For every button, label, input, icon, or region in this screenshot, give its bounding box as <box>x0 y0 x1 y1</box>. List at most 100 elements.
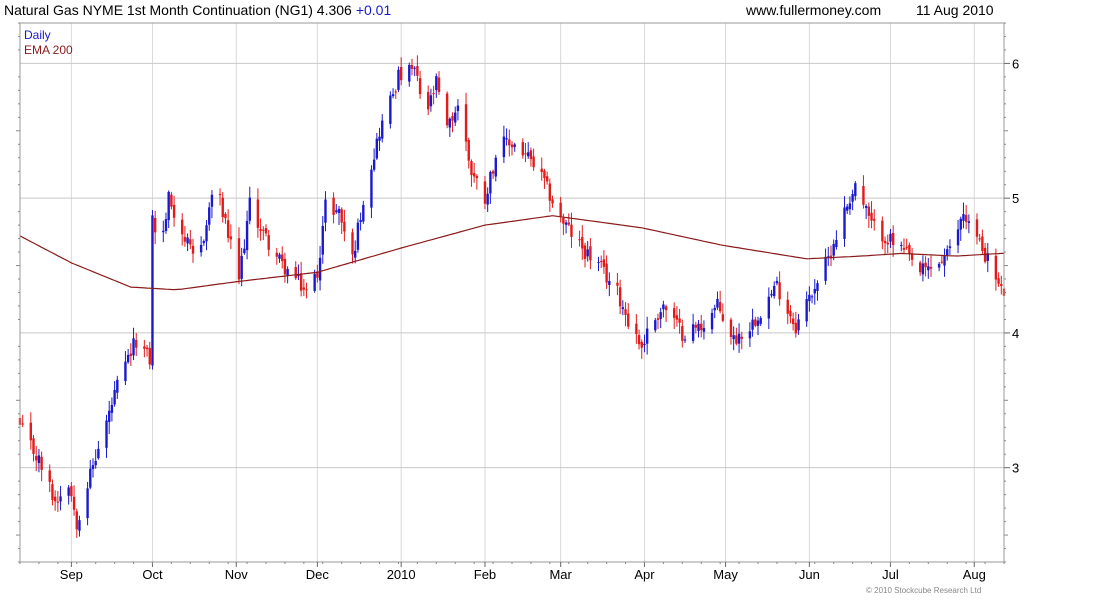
candle-body <box>208 207 211 225</box>
candle-body <box>586 249 589 257</box>
candle-body <box>889 233 892 242</box>
candle-body <box>148 347 151 365</box>
candle-body <box>399 66 403 81</box>
candle-body <box>397 69 400 90</box>
candle-body <box>35 455 38 461</box>
candle-body <box>186 237 189 244</box>
candle-body <box>994 255 998 280</box>
candle-body <box>918 262 922 273</box>
candle-body <box>275 252 279 257</box>
candle-body <box>205 225 208 242</box>
ema-200-line <box>19 215 1004 291</box>
x-tick-label: Oct <box>142 567 163 582</box>
candle-body <box>429 95 433 107</box>
candle-body <box>548 183 552 201</box>
candle-body <box>778 282 781 300</box>
candle-body <box>908 244 911 254</box>
candle-body <box>864 205 868 209</box>
candle-body <box>770 293 773 296</box>
candle-body <box>824 256 827 281</box>
candle-body <box>475 175 479 179</box>
candle-body <box>362 204 365 222</box>
candle-body <box>332 197 335 215</box>
candle-body <box>656 318 660 320</box>
candle-body <box>413 67 416 69</box>
candle-body <box>37 455 41 464</box>
candle-body <box>189 239 192 245</box>
candle-body <box>562 217 565 224</box>
candle-body <box>883 240 887 244</box>
candle-body <box>702 328 706 332</box>
candle-body <box>29 422 33 441</box>
candle-body <box>643 343 646 346</box>
candle-body <box>448 118 452 128</box>
candle-body <box>794 322 798 334</box>
candle-body <box>435 76 438 91</box>
y-tick-label: 3 <box>1012 461 1019 476</box>
candle-body <box>167 191 170 221</box>
candle-body <box>229 236 233 240</box>
candle-body <box>583 245 587 260</box>
candle-body <box>94 460 97 466</box>
candle-body <box>981 236 984 251</box>
candle-body <box>654 320 657 331</box>
candle-body <box>108 410 111 422</box>
candle-body <box>813 288 816 294</box>
candle-body <box>948 246 952 249</box>
candle-body <box>510 144 514 148</box>
candle-body <box>791 318 795 325</box>
candle-body <box>321 225 324 255</box>
candle-body <box>672 308 676 318</box>
candle-body <box>810 296 814 298</box>
candle-body <box>532 156 535 168</box>
candle-body <box>597 261 600 263</box>
candle-body <box>959 218 962 230</box>
candle-body <box>381 120 384 139</box>
candle-body <box>943 255 946 266</box>
x-tick-label: 2010 <box>387 567 416 582</box>
candle-body <box>278 254 281 259</box>
candle-body <box>243 248 246 254</box>
chart-legend: Daily EMA 200 <box>24 28 73 58</box>
copyright-notice: © 2010 Stockcube Research Ltd <box>866 586 982 595</box>
candle-body <box>153 217 157 233</box>
candle-body <box>602 259 606 267</box>
candle-body <box>997 278 1000 284</box>
candle-body <box>835 239 838 248</box>
candle-body <box>691 324 695 341</box>
candle-body <box>978 238 981 240</box>
candle-body <box>281 254 284 262</box>
candle-body <box>202 241 206 244</box>
candle-body <box>410 65 414 69</box>
candle-body <box>356 222 360 250</box>
candle-body <box>564 222 568 225</box>
candle-body <box>645 328 649 344</box>
candle-body <box>635 323 638 335</box>
candle-body <box>616 282 619 286</box>
candle-body <box>886 242 889 245</box>
plot-frame <box>19 22 1005 563</box>
candle-body <box>678 318 681 323</box>
candle-body <box>470 161 473 176</box>
candle-body <box>513 144 516 147</box>
candle-body <box>491 171 495 174</box>
candle-body <box>305 289 308 291</box>
candle-body <box>700 323 703 331</box>
grid <box>20 23 1004 562</box>
candle-body <box>975 219 979 237</box>
candle-body <box>372 159 376 170</box>
candle-body <box>521 142 525 156</box>
candle-body <box>924 262 927 268</box>
candle-body <box>221 197 224 218</box>
candle-body <box>775 280 779 284</box>
candle-body <box>91 465 95 470</box>
candle-body <box>637 335 641 345</box>
candle-body <box>418 78 422 95</box>
y-tick-label: 6 <box>1012 56 1019 71</box>
candle-body <box>432 93 435 95</box>
candle-body <box>124 361 127 382</box>
x-tick-label: Sep <box>60 567 83 582</box>
candle-body <box>72 496 76 510</box>
candle-body <box>721 314 725 321</box>
candle-body <box>505 138 508 140</box>
